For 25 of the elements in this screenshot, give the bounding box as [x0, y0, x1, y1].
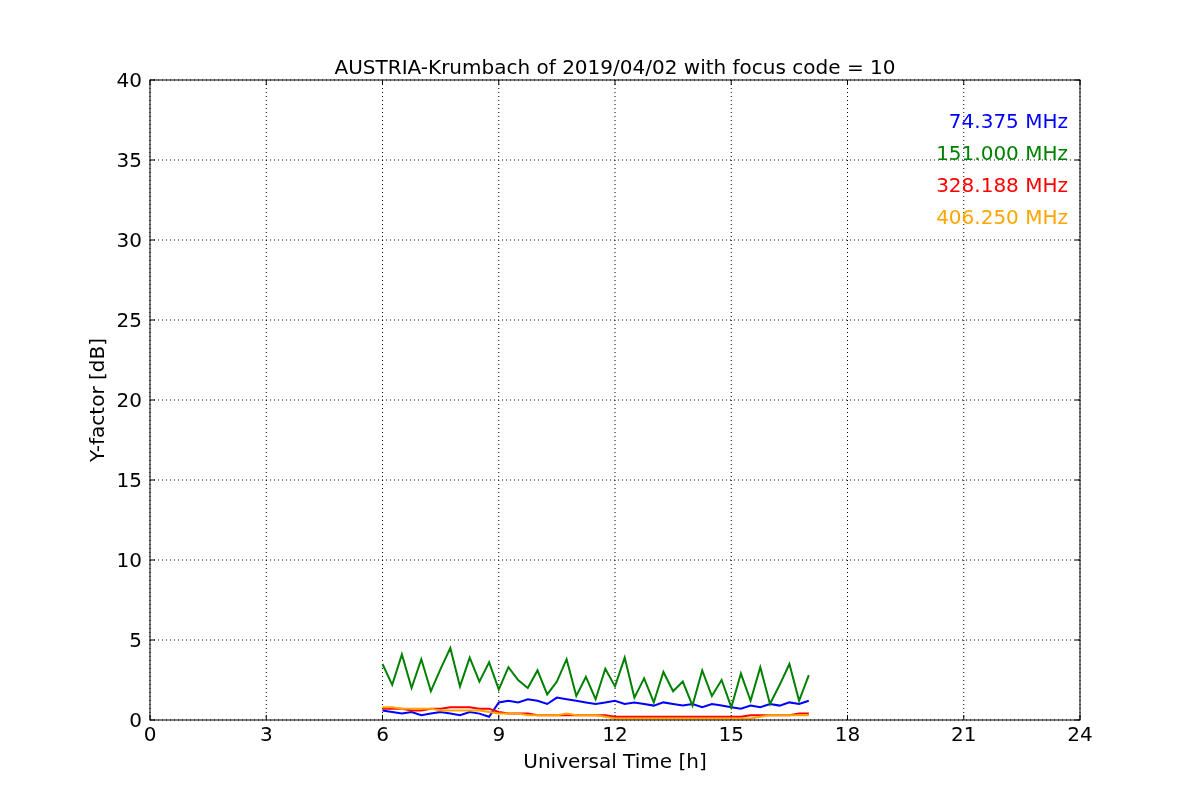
x-tick-label: 15 — [718, 722, 744, 746]
x-tick-label: 0 — [143, 722, 157, 746]
x-tick-label: 9 — [492, 722, 506, 746]
x-tick-label: 6 — [376, 722, 389, 746]
y-tick-label: 20 — [116, 388, 142, 412]
y-tick-label: 30 — [116, 228, 142, 252]
chart-title: AUSTRIA-Krumbach of 2019/04/02 with focus code = 10 — [334, 55, 896, 79]
y-axis-label: Y-factor [dB] — [85, 338, 109, 462]
y-tick-label: 15 — [116, 468, 142, 492]
legend-label: 328.188 MHz — [936, 173, 1068, 197]
y-tick-label: 25 — [116, 308, 142, 332]
y-tick-label: 0 — [129, 708, 142, 732]
legend-label: 74.375 MHz — [948, 109, 1068, 133]
legend-label: 151.000 MHz — [936, 141, 1068, 165]
x-tick-label: 21 — [951, 722, 977, 746]
x-tick-label: 18 — [834, 722, 861, 746]
y-tick-label: 35 — [116, 148, 142, 172]
y-tick-label: 5 — [129, 628, 142, 652]
legend-label: 406.250 MHz — [936, 205, 1068, 229]
x-axis-label: Universal Time [h] — [523, 749, 707, 773]
x-tick-label: 24 — [1067, 722, 1093, 746]
x-tick-label: 12 — [602, 722, 628, 746]
y-tick-label: 40 — [116, 68, 142, 92]
x-tick-label: 3 — [259, 722, 273, 746]
y-tick-label: 10 — [116, 548, 142, 572]
